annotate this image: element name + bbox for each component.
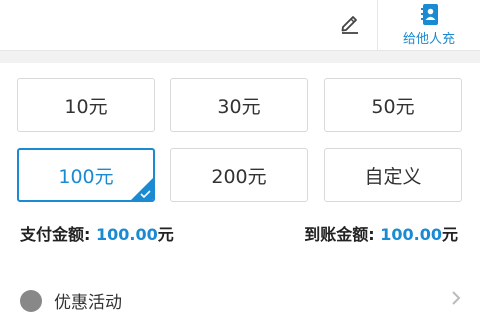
amount-option-label: 30元	[217, 95, 261, 118]
amount-option-30[interactable]: 30元	[170, 78, 308, 132]
amount-option-100[interactable]: 100元	[17, 148, 155, 202]
payment-amount: 支付金额: 100.00元	[20, 221, 174, 245]
received-amount-value: 100.00	[380, 225, 442, 244]
received-amount-unit: 元	[441, 225, 458, 244]
amount-option-label: 50元	[371, 95, 415, 118]
amount-option-50[interactable]: 50元	[324, 78, 462, 132]
top-bar: 给他人充	[0, 0, 480, 50]
amount-option-200[interactable]: 200元	[170, 148, 308, 202]
amount-option-label: 10元	[64, 95, 108, 118]
promotion-label: 优惠活动	[54, 293, 122, 313]
payment-amount-label: 支付金额:	[20, 225, 96, 244]
amount-option-label: 自定义	[364, 165, 422, 188]
amount-option-custom[interactable]: 自定义	[324, 148, 462, 202]
chevron-right-icon	[452, 291, 461, 305]
section-separator	[0, 50, 480, 63]
edit-icon[interactable]	[338, 10, 362, 34]
amount-option-label: 200元	[211, 165, 267, 188]
promo-icon	[20, 290, 42, 312]
promotion-row[interactable]: 优惠活动	[0, 278, 480, 318]
contact-card-icon	[421, 4, 438, 25]
recharge-for-others-button[interactable]: 给他人充	[378, 0, 480, 50]
checkmark-icon	[140, 190, 151, 199]
amount-option-label: 100元	[58, 165, 114, 188]
payment-amount-value: 100.00	[95, 225, 158, 244]
received-amount-label: 到账金额:	[304, 225, 381, 244]
payment-amount-unit: 元	[157, 225, 174, 244]
amount-option-10[interactable]: 10元	[17, 78, 155, 132]
received-amount: 到账金额: 100.00元	[304, 221, 458, 245]
recharge-for-others-label: 给他人充	[402, 32, 455, 47]
